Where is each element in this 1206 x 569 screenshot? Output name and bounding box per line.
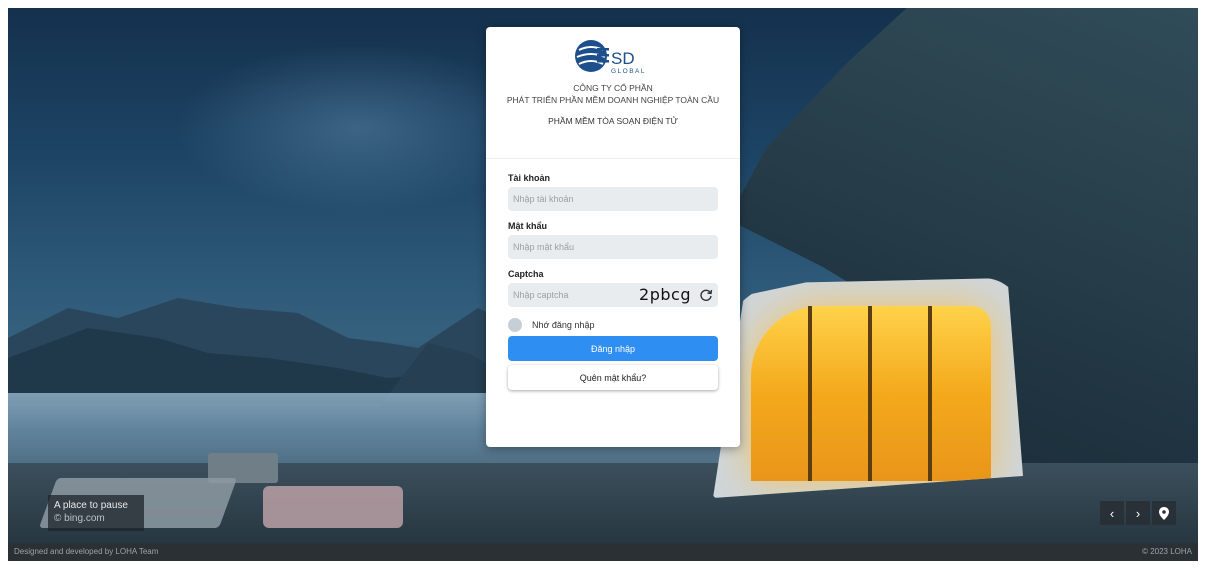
username-input[interactable] [508, 187, 718, 211]
logo-subtext: GLOBAL [611, 68, 646, 75]
chevron-left-icon[interactable]: ‹ [1100, 501, 1124, 525]
caption-title: A place to pause [54, 500, 128, 511]
product-name: PHẦM MỀM TÒA SOẠN ĐIỆN TỬ [548, 116, 678, 126]
image-caption[interactable]: A place to pause © bing.com [48, 495, 144, 531]
remember-me[interactable]: Nhớ đăng nhập [508, 317, 718, 333]
refresh-icon[interactable] [699, 288, 713, 302]
rock [263, 486, 403, 528]
footer-copyright: © 2023 LOHA [1142, 547, 1192, 556]
esd-globe-logo: SD GLOBAL [575, 40, 646, 75]
login-card: SD GLOBAL CÔNG TY CỔ PHẦN PHÁT TRIỂN PHẦ… [486, 27, 740, 447]
mullion [928, 306, 932, 481]
password-label: Mật khẩu [508, 221, 548, 231]
company-name: CÔNG TY CỔ PHẦN PHÁT TRIỂN PHẦN MỀM DOAN… [486, 82, 740, 106]
captcha-image: 2pbcg [639, 285, 691, 304]
username-label: Tài khoản [508, 173, 551, 183]
card-header: SD GLOBAL CÔNG TY CỔ PHẦN PHÁT TRIỂN PHẦ… [486, 27, 740, 159]
captcha-label: Captcha [508, 269, 544, 279]
background-nav: ‹ › [1100, 501, 1176, 525]
footer-credit: Designed and developed by LOHA Team [14, 547, 159, 556]
mullion [808, 306, 812, 481]
company-line-1: CÔNG TY CỔ PHẦN [573, 83, 653, 93]
login-form: Tài khoản Mật khẩu Captcha 2pbcg Nhớ đăn… [486, 159, 740, 390]
captcha-row: 2pbcg [508, 283, 718, 307]
chevron-right-icon[interactable]: › [1126, 501, 1150, 525]
mullion [868, 306, 872, 481]
caption-source: © bing.com [54, 513, 105, 524]
remember-toggle[interactable] [508, 318, 522, 332]
forgot-password-button[interactable]: Quên mật khẩu? [508, 365, 718, 390]
glass-pavilion [713, 278, 1023, 498]
company-line-2: PHÁT TRIỂN PHẦN MỀM DOANH NGHIỆP TOÀN CẦ… [506, 95, 720, 105]
password-input[interactable] [508, 235, 718, 259]
remember-label: Nhớ đăng nhập [532, 320, 595, 330]
footer: Designed and developed by LOHA Team © 20… [8, 543, 1198, 561]
map-pin-icon[interactable] [1152, 501, 1176, 525]
login-button[interactable]: Đăng nhập [508, 336, 718, 361]
logo-text: SD [611, 49, 635, 68]
